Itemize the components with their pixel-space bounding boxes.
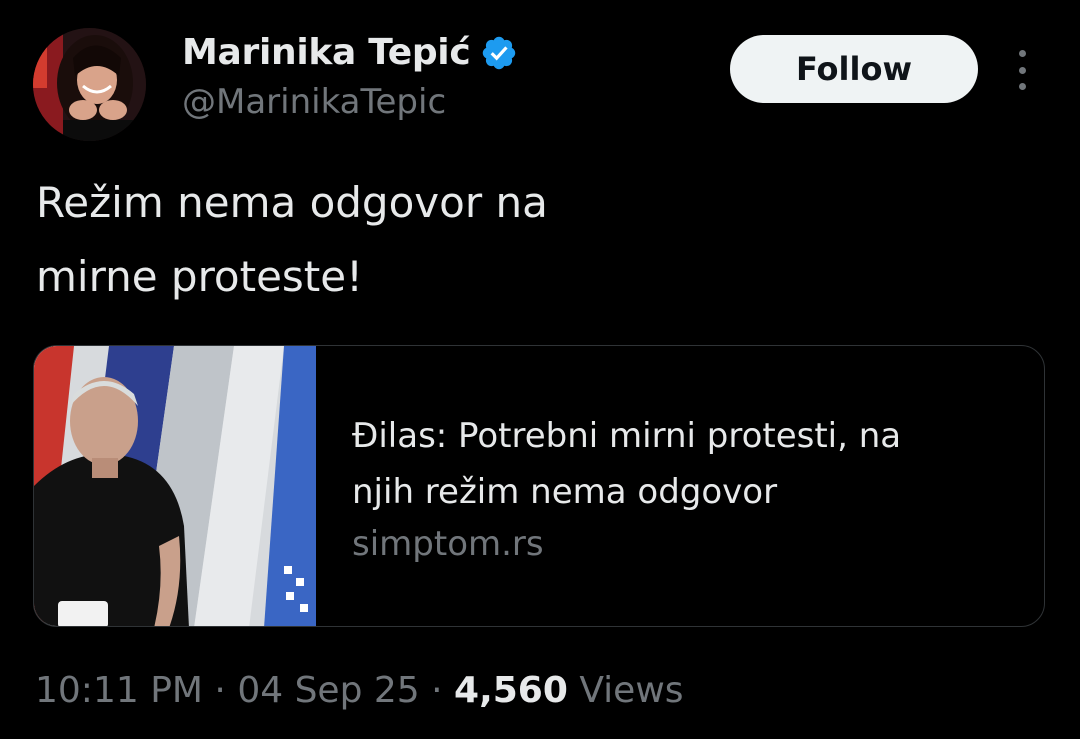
link-card-title[interactable]: Đilas: Potrebni mirni protesti, na njih …: [352, 408, 1022, 520]
follow-button[interactable]: Follow: [730, 35, 978, 103]
link-card-text[interactable]: Đilas: Potrebni mirni protesti, na njih …: [352, 408, 1022, 564]
more-vertical-icon[interactable]: [1006, 50, 1038, 90]
more-dot: [1018, 66, 1026, 74]
author-handle[interactable]: @MarinikaTepic: [182, 82, 446, 122]
views-label: Views: [567, 670, 684, 711]
tweet-time[interactable]: 10:11 PM: [35, 670, 203, 711]
more-dot: [1018, 50, 1026, 57]
verified-badge-icon: [483, 36, 516, 69]
tweet-text: Režim nema odgovor na mirne proteste!: [36, 178, 548, 301]
avatar[interactable]: [33, 28, 146, 141]
link-card[interactable]: Đilas: Potrebni mirni protesti, na njih …: [33, 345, 1045, 627]
link-card-thumbnail[interactable]: [34, 346, 316, 626]
meta-separator: ·: [419, 670, 455, 711]
author-name-row[interactable]: Marinika Tepić: [182, 32, 518, 73]
avatar-photo: [33, 28, 146, 141]
tweet-date[interactable]: 04 Sep 25: [237, 670, 419, 711]
views-count[interactable]: 4,560: [454, 670, 568, 711]
tweet-meta: 10:11 PM · 04 Sep 25 · 4,560 Views: [35, 670, 684, 711]
more-dot: [1018, 83, 1026, 90]
author-display-name[interactable]: Marinika Tepić: [182, 32, 471, 73]
meta-separator: ·: [202, 670, 238, 711]
link-card-photo: [34, 346, 316, 626]
link-card-domain: simptom.rs: [352, 524, 544, 564]
